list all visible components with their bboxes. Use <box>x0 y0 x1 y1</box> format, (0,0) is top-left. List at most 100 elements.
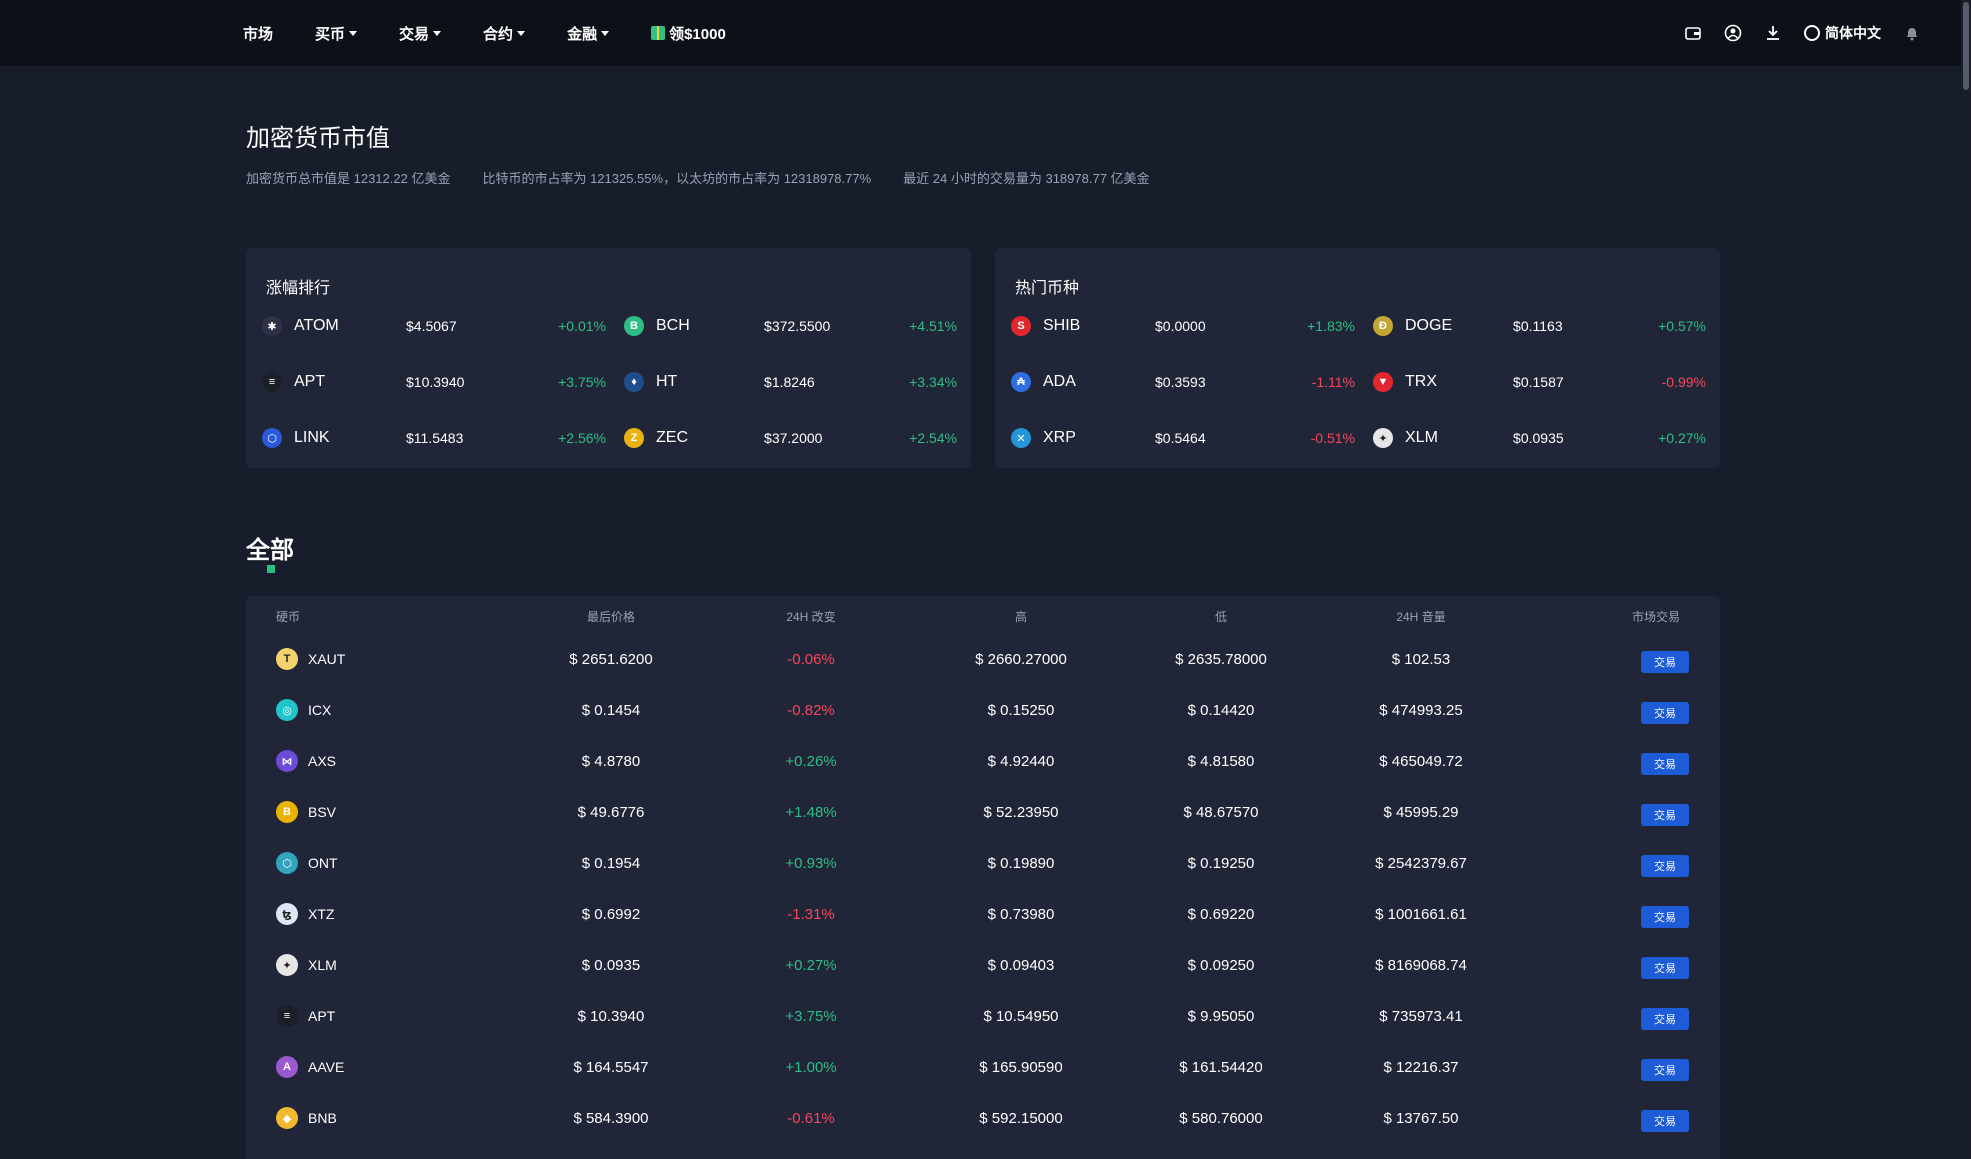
trade-button[interactable]: 交易 <box>1641 702 1689 724</box>
coin-price: $10.3940 <box>406 374 465 390</box>
row-coin: B BSV <box>276 801 336 823</box>
hot-coins-title: 热门币种 <box>1015 280 1080 297</box>
coin-item-link[interactable]: ⬡ LINK $11.5483 +2.56% <box>262 428 624 448</box>
nav-item[interactable]: 合约 <box>483 23 526 44</box>
header-low[interactable]: 低 <box>1126 608 1316 625</box>
row-coin-name: BSV <box>308 804 337 820</box>
bch-icon: B <box>624 316 644 336</box>
trade-button[interactable]: 交易 <box>1641 753 1689 775</box>
xaut-icon: T <box>276 648 298 670</box>
coin-item-doge[interactable]: Ð DOGE $0.1163 +0.57% <box>1373 316 1706 336</box>
scrollbar-thumb[interactable] <box>1963 2 1969 90</box>
user-icon[interactable] <box>1724 24 1742 42</box>
row-price: $ 0.6992 <box>581 906 641 923</box>
all-section-title: 全部 <box>246 537 294 564</box>
table-row[interactable]: ◎ ICX $ 0.1454 -0.82% $ 0.15250 $ 0.14420 $ 47… <box>246 687 1720 738</box>
trade-button[interactable]: 交易 <box>1641 1059 1689 1081</box>
trade-button[interactable]: 交易 <box>1641 651 1689 673</box>
bsv-icon: B <box>276 801 298 823</box>
header-volume[interactable]: 24H 音量 <box>1326 608 1516 625</box>
table-row[interactable]: ≡ APT $ 10.3940 +3.75% $ 10.54950 $ 9.95050 $ … <box>246 993 1720 1044</box>
row-volume: $ 465049.72 <box>1379 753 1463 770</box>
table-row[interactable]: ◆ BNB $ 584.3900 -0.61% $ 592.15000 $ 580.760… <box>246 1095 1720 1146</box>
coin-change: +0.27% <box>1658 430 1706 446</box>
table-row[interactable]: A AAVE $ 164.5547 +1.00% $ 165.90590 $ 161.54… <box>246 1044 1720 1095</box>
row-volume: $ 12216.37 <box>1383 1059 1459 1076</box>
row-coin: ✦ XLM <box>276 954 337 976</box>
nav-item[interactable]: 市场 <box>243 23 273 44</box>
coin-name: HT <box>656 373 678 390</box>
coin-item-ada[interactable]: ₳ ADA $0.3593 -1.11% <box>1011 372 1373 392</box>
row-high: $ 165.90590 <box>979 1059 1063 1076</box>
row-high: $ 592.15000 <box>979 1110 1063 1127</box>
ht-icon: ♦ <box>624 372 644 392</box>
table-row[interactable]: ✦ XLM $ 0.0935 +0.27% $ 0.09403 $ 0.09250 $ 81… <box>246 942 1720 993</box>
xtz-icon: ꜩ <box>276 903 298 925</box>
trade-button[interactable]: 交易 <box>1641 804 1689 826</box>
header-change[interactable]: 24H 改变 <box>726 608 896 625</box>
coin-item-xrp[interactable]: ✕ XRP $0.5464 -0.51% <box>1011 428 1373 448</box>
row-change: -1.31% <box>787 906 835 923</box>
xrp-icon: ✕ <box>1011 428 1031 448</box>
coin-item-shib[interactable]: S SHIB $0.0000 +1.83% <box>1011 316 1373 336</box>
wallet-icon[interactable] <box>1684 24 1702 42</box>
header-high[interactable]: 高 <box>926 608 1116 625</box>
header-price[interactable]: 最后价格 <box>526 608 696 625</box>
coin-price: $0.1587 <box>1513 374 1564 390</box>
table-row[interactable]: ⋈ AXS $ 4.8780 +0.26% $ 4.92440 $ 4.81580 $ 46… <box>246 738 1720 789</box>
download-icon[interactable] <box>1764 24 1782 42</box>
language-selector[interactable]: 简体中文 <box>1804 23 1881 43</box>
coin-change: +1.83% <box>1307 318 1355 334</box>
row-low: $ 0.09250 <box>1187 957 1255 974</box>
nav-item[interactable]: 金融 <box>567 23 610 44</box>
row-coin: A AAVE <box>276 1056 344 1078</box>
row-coin-name: AXS <box>308 753 337 769</box>
trade-button[interactable]: 交易 <box>1641 957 1689 979</box>
coin-item-ht[interactable]: ♦ HT $1.8246 +3.34% <box>624 372 957 392</box>
coin-price: $37.2000 <box>764 430 823 446</box>
nav-item[interactable]: 交易 <box>399 23 442 44</box>
coin-item-apt[interactable]: ≡ APT $10.3940 +3.75% <box>262 372 624 392</box>
row-change: -0.82% <box>787 702 835 719</box>
ada-icon: ₳ <box>1011 372 1031 392</box>
coin-name: ATOM <box>294 317 339 334</box>
bell-icon[interactable] <box>1903 24 1921 42</box>
coin-item-zec[interactable]: Z ZEC $37.2000 +2.54% <box>624 428 957 448</box>
trade-button[interactable]: 交易 <box>1641 906 1689 928</box>
coin-item-atom[interactable]: ✱ ATOM $4.5067 +0.01% <box>262 316 624 336</box>
table-row[interactable]: B BSV $ 49.6776 +1.48% $ 52.23950 $ 48.67570 $… <box>246 789 1720 840</box>
coin-change: +2.56% <box>558 430 606 446</box>
table-row[interactable]: T XAUT $ 2651.6200 -0.06% $ 2660.27000 $ 2635… <box>246 636 1720 687</box>
link-icon: ⬡ <box>262 428 282 448</box>
row-volume: $ 102.53 <box>1391 651 1451 668</box>
coin-item-bch[interactable]: B BCH $372.5500 +4.51% <box>624 316 957 336</box>
icx-icon: ◎ <box>276 699 298 721</box>
shib-icon: S <box>1011 316 1031 336</box>
chevron-down-icon <box>433 30 442 36</box>
apt-icon: ≡ <box>262 372 282 392</box>
header-coin[interactable]: 硬币 <box>276 608 300 625</box>
gainers-title: 涨幅排行 <box>266 280 331 297</box>
gainers-panel: 涨幅排行 ✱ ATOM $4.5067 +0.01% B BCH $372.5500 +4.5… <box>246 248 971 468</box>
row-low: $ 2635.78000 <box>1175 651 1267 668</box>
row-coin-name: ONT <box>308 855 338 871</box>
promo-link[interactable]: 领$1000 <box>651 23 726 44</box>
row-high: $ 0.15250 <box>987 702 1055 719</box>
table-row[interactable]: ⬡ ONT $ 0.1954 +0.93% $ 0.19890 $ 0.19250 $ 25… <box>246 840 1720 891</box>
coin-item-xlm[interactable]: ✦ XLM $0.0935 +0.27% <box>1373 428 1706 448</box>
atom-icon: ✱ <box>262 316 282 336</box>
nav-item[interactable]: 买币 <box>315 23 358 44</box>
row-low: $ 48.67570 <box>1183 804 1259 821</box>
coin-change: +3.34% <box>909 374 957 390</box>
page-scrollbar[interactable] <box>1961 0 1971 1159</box>
apt-icon: ≡ <box>276 1005 298 1027</box>
table-row[interactable]: ꜩ XTZ $ 0.6992 -1.31% $ 0.73980 $ 0.69220 $ 10… <box>246 891 1720 942</box>
coin-item-trx[interactable]: ▼ TRX $0.1587 -0.99% <box>1373 372 1706 392</box>
trade-button[interactable]: 交易 <box>1641 1110 1689 1132</box>
coin-price: $0.5464 <box>1155 430 1206 446</box>
row-price: $ 164.5547 <box>573 1059 649 1076</box>
trade-button[interactable]: 交易 <box>1641 1008 1689 1030</box>
row-low: $ 4.81580 <box>1187 753 1255 770</box>
trade-button[interactable]: 交易 <box>1641 855 1689 877</box>
row-price: $ 0.0935 <box>581 957 641 974</box>
